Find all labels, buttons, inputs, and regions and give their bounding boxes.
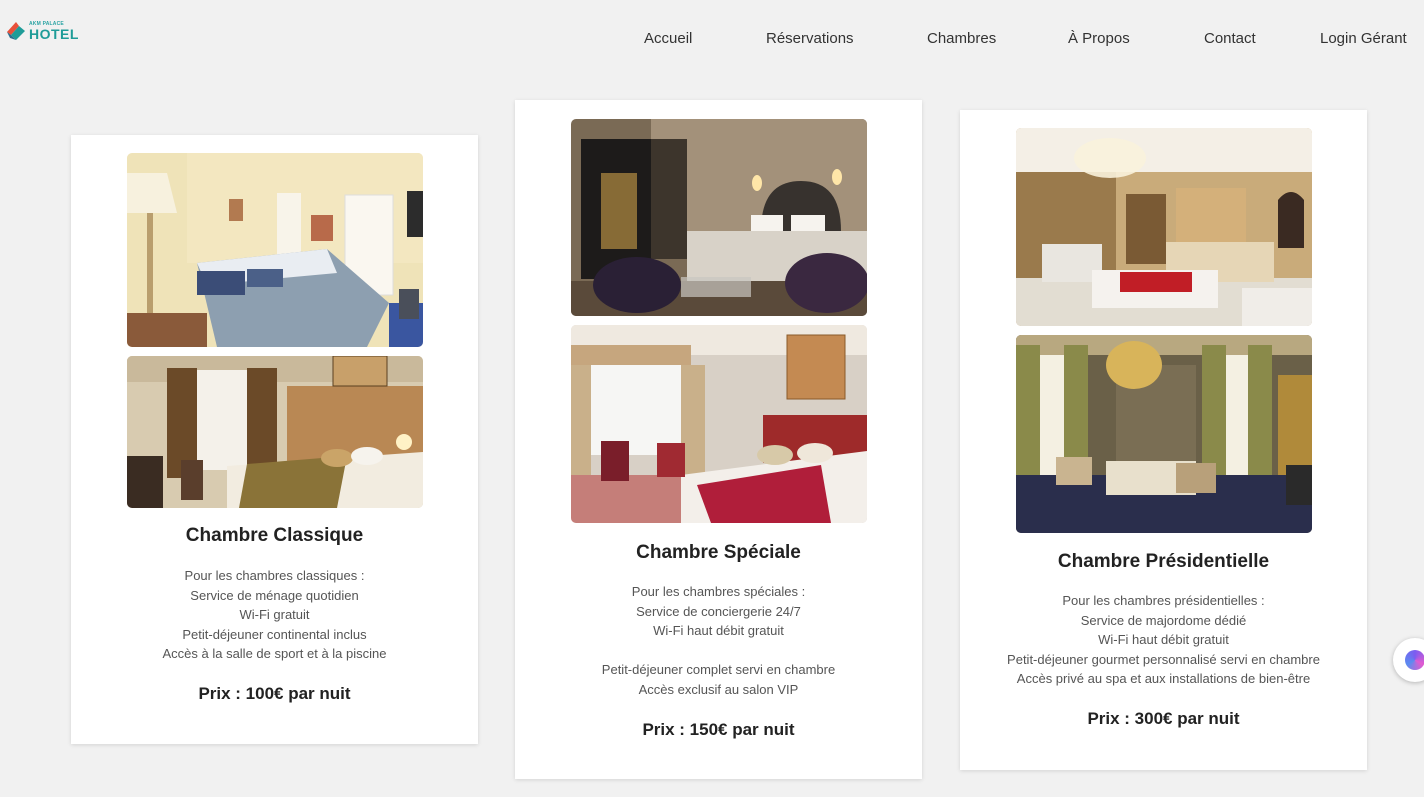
nav-link-accueil[interactable]: Accueil [644,30,692,47]
room-feature-line: Petit-déjeuner continental inclus [182,626,367,642]
nav-link-reservations[interactable]: Réservations [766,30,854,47]
nav-link-contact[interactable]: Contact [1204,30,1256,47]
room-feature-line: Service de ménage quotidien [190,587,359,603]
room-photo [571,325,867,523]
room-photo [127,153,423,347]
room-feature-line: Pour les chambres spéciales : [631,584,806,599]
room-card-presidentielle: Chambre Présidentielle Pour les chambres… [960,110,1367,770]
nav-link-login-gerant[interactable]: Login Gérant [1320,30,1407,47]
room-card-classique: Chambre Classique Pour les chambres clas… [71,135,478,744]
room-feature-line: Accès privé au spa et aux installations … [1016,671,1311,686]
room-feature-line: Service de majordome dédié [1080,612,1247,628]
site-header: AKM PALACE HOTEL Accueil Réservations Ch… [0,0,1424,80]
room-price: Prix : 300€ par nuit [1087,709,1240,728]
room-feature-line: Wi-Fi haut débit gratuit [653,623,784,638]
room-photo [1016,335,1312,533]
room-photo [127,356,423,508]
room-card-speciale: Chambre Spéciale Pour les chambres spéci… [515,100,922,779]
room-feature-line: Wi-Fi haut débit gratuit [1098,632,1229,647]
room-feature-line: Service de conciergerie 24/7 [636,603,801,619]
room-feature-line: Accès exclusif au salon VIP [638,681,799,697]
nav-link-a-propos[interactable]: À Propos [1068,30,1130,47]
room-title: Chambre Spéciale [636,542,801,563]
room-title: Chambre Classique [185,525,364,546]
room-photo [1016,128,1312,326]
room-price: Prix : 100€ par nuit [198,684,351,703]
assistant-icon [1405,650,1424,670]
room-description: Pour les chambres présidentielles : Serv… [960,591,1367,689]
nav-link-chambres[interactable]: Chambres [927,30,996,47]
room-feature-line: Accès à la salle de sport et à la piscin… [162,646,387,661]
room-photo [571,119,867,316]
room-price: Prix : 150€ par nuit [642,720,795,739]
room-title: Chambre Présidentielle [1057,551,1270,572]
room-feature-line [515,641,922,661]
room-feature-line: Wi-Fi gratuit [239,607,310,622]
room-feature-line: Petit-déjeuner gourmet personnalisé serv… [1007,651,1320,667]
main-nav: Accueil Réservations Chambres À Propos C… [0,30,1424,52]
room-feature-line: Pour les chambres présidentielles : [1062,593,1265,608]
room-feature-line: Petit-déjeuner complet servi en chambre [601,662,836,677]
assistant-widget-button[interactable] [1393,638,1424,682]
room-description: Pour les chambres spéciales : Service de… [515,582,922,699]
room-description: Pour les chambres classiques : Service d… [71,566,478,664]
room-feature-line: Pour les chambres classiques : [184,568,365,583]
